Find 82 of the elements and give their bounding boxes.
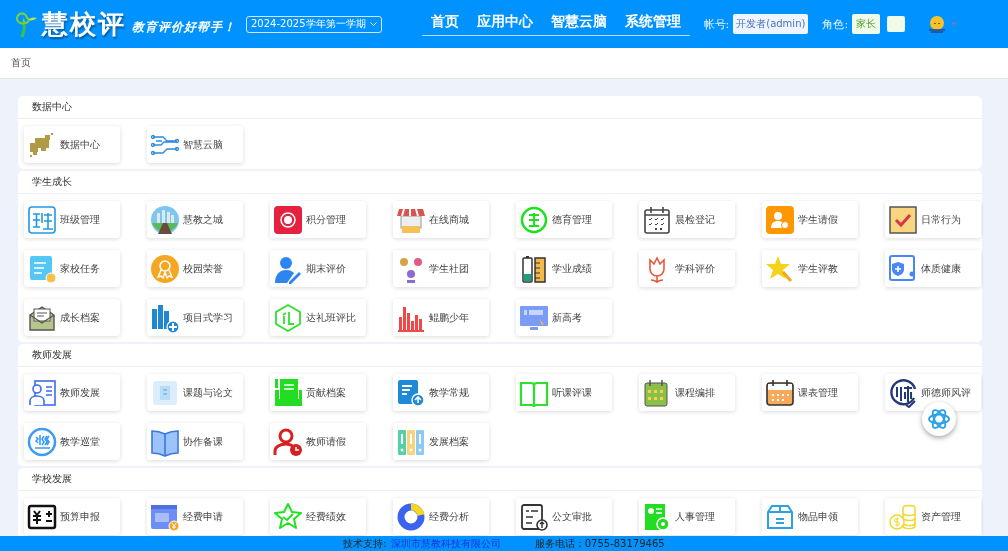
- battery-ruler-icon: [519, 253, 549, 284]
- tray-document-icon: [273, 377, 303, 408]
- account-chip: 开发者(admin): [733, 14, 809, 34]
- app-tile[interactable]: 项目式学习: [147, 299, 243, 336]
- desk-calendar-icon: [765, 377, 795, 408]
- app-tile[interactable]: 发展档案: [393, 423, 489, 460]
- app-tile[interactable]: 教师请假: [270, 423, 366, 460]
- medal-icon: [150, 253, 180, 284]
- star-check-icon: [273, 501, 303, 532]
- app-tile[interactable]: 贡献档案: [270, 374, 366, 411]
- app-tile[interactable]: 智慧云脑: [147, 126, 243, 163]
- app-tile[interactable]: 期末评价: [270, 250, 366, 287]
- books-plus-icon: [150, 302, 180, 333]
- chevron-down-icon: [369, 21, 377, 27]
- app-tile[interactable]: 物品申领: [762, 498, 858, 535]
- app-tile[interactable]: 家校任务: [24, 250, 120, 287]
- app-tile[interactable]: 课题与论文: [147, 374, 243, 411]
- app-tile[interactable]: 协作备课: [147, 423, 243, 460]
- app-tile[interactable]: 课表管理: [762, 374, 858, 411]
- app-tile[interactable]: 资产管理: [885, 498, 981, 535]
- support-label: 技术支持:: [343, 536, 387, 551]
- app-tile[interactable]: 教学巡堂: [24, 423, 120, 460]
- account-label: 帐号:: [703, 16, 730, 32]
- app-tile[interactable]: 达礼班评比: [270, 299, 366, 336]
- section-title: 学生成长: [18, 171, 982, 194]
- app-tile[interactable]: 校园荣誉: [147, 250, 243, 287]
- id-card-gear-icon: [642, 501, 672, 532]
- app-tile[interactable]: 学科评价: [639, 250, 735, 287]
- app-tile[interactable]: 经费申请: [147, 498, 243, 535]
- app-tile[interactable]: 成长档案: [24, 299, 120, 336]
- class-sign-icon: [27, 204, 57, 235]
- virtue-badge-icon: [519, 204, 549, 235]
- teacher-card-icon: [27, 377, 57, 408]
- app-tile[interactable]: 班级管理: [24, 201, 120, 238]
- app-tile[interactable]: 预算申报: [24, 498, 120, 535]
- app-tile[interactable]: 公文审批: [516, 498, 612, 535]
- app-tile[interactable]: 学生请假: [762, 201, 858, 238]
- person-leave-icon: [765, 204, 795, 235]
- donut-icon: [396, 501, 426, 532]
- app-tile[interactable]: 学生社团: [393, 250, 489, 287]
- breadcrumb[interactable]: 首页: [11, 56, 31, 70]
- app-tile[interactable]: 教师发展: [24, 374, 120, 411]
- empty-chip[interactable]: [887, 16, 906, 32]
- app-tile[interactable]: 听课评课: [516, 374, 612, 411]
- section-title: 数据中心: [18, 96, 982, 119]
- app-tile[interactable]: 学业成绩: [516, 250, 612, 287]
- app-tile[interactable]: 人事管理: [639, 498, 735, 535]
- app-tile[interactable]: 在线商城: [393, 201, 489, 238]
- app-tile[interactable]: 师德师风评: [885, 374, 981, 411]
- app-tile[interactable]: 教学常规: [393, 374, 489, 411]
- app-logo-text: 慧校评: [42, 7, 126, 41]
- role-chip[interactable]: 家长: [852, 14, 881, 34]
- app-tile[interactable]: 经费分析: [393, 498, 489, 535]
- app-tile[interactable]: 晨检登记: [639, 201, 735, 238]
- hexagon-icon: [273, 302, 303, 333]
- city-road-icon: [150, 204, 180, 235]
- calendar-icon: [642, 204, 672, 235]
- section-title: 教师发展: [18, 344, 982, 367]
- app-tile[interactable]: 日常行为: [885, 201, 981, 238]
- app-tile[interactable]: 体质健康: [885, 250, 981, 287]
- health-shield-icon: [888, 253, 918, 284]
- checkbox-icon: [888, 204, 918, 235]
- sun-avatar-icon[interactable]: [927, 14, 948, 34]
- app-tile[interactable]: 慧教之城: [147, 201, 243, 238]
- app-slogan: 教育评价好帮手！: [132, 18, 236, 36]
- app-tile[interactable]: 数据中心: [24, 126, 120, 163]
- document-upload-icon: [519, 501, 549, 532]
- app-tile[interactable]: 鲲鹏少年: [393, 299, 489, 336]
- section-title: 学校发展: [18, 468, 982, 491]
- sprout-logo-icon: [14, 10, 38, 38]
- teacher-badge-icon: [888, 377, 918, 408]
- service-phone: 服务电话：0755-83179465: [534, 536, 665, 551]
- app-tile[interactable]: 积分管理: [270, 201, 366, 238]
- app-tile[interactable]: 新高考: [516, 299, 612, 336]
- app-tile[interactable]: 课程编排: [639, 374, 735, 411]
- app-tile[interactable]: 经费绩效: [270, 498, 366, 535]
- role-label: 角色:: [822, 16, 849, 32]
- app-tile[interactable]: 德育管理: [516, 201, 612, 238]
- document-clock-icon: [27, 253, 57, 284]
- person-clock-icon: [273, 426, 303, 457]
- app-tile[interactable]: 学生评教: [762, 250, 858, 287]
- document-upload-icon: [396, 377, 426, 408]
